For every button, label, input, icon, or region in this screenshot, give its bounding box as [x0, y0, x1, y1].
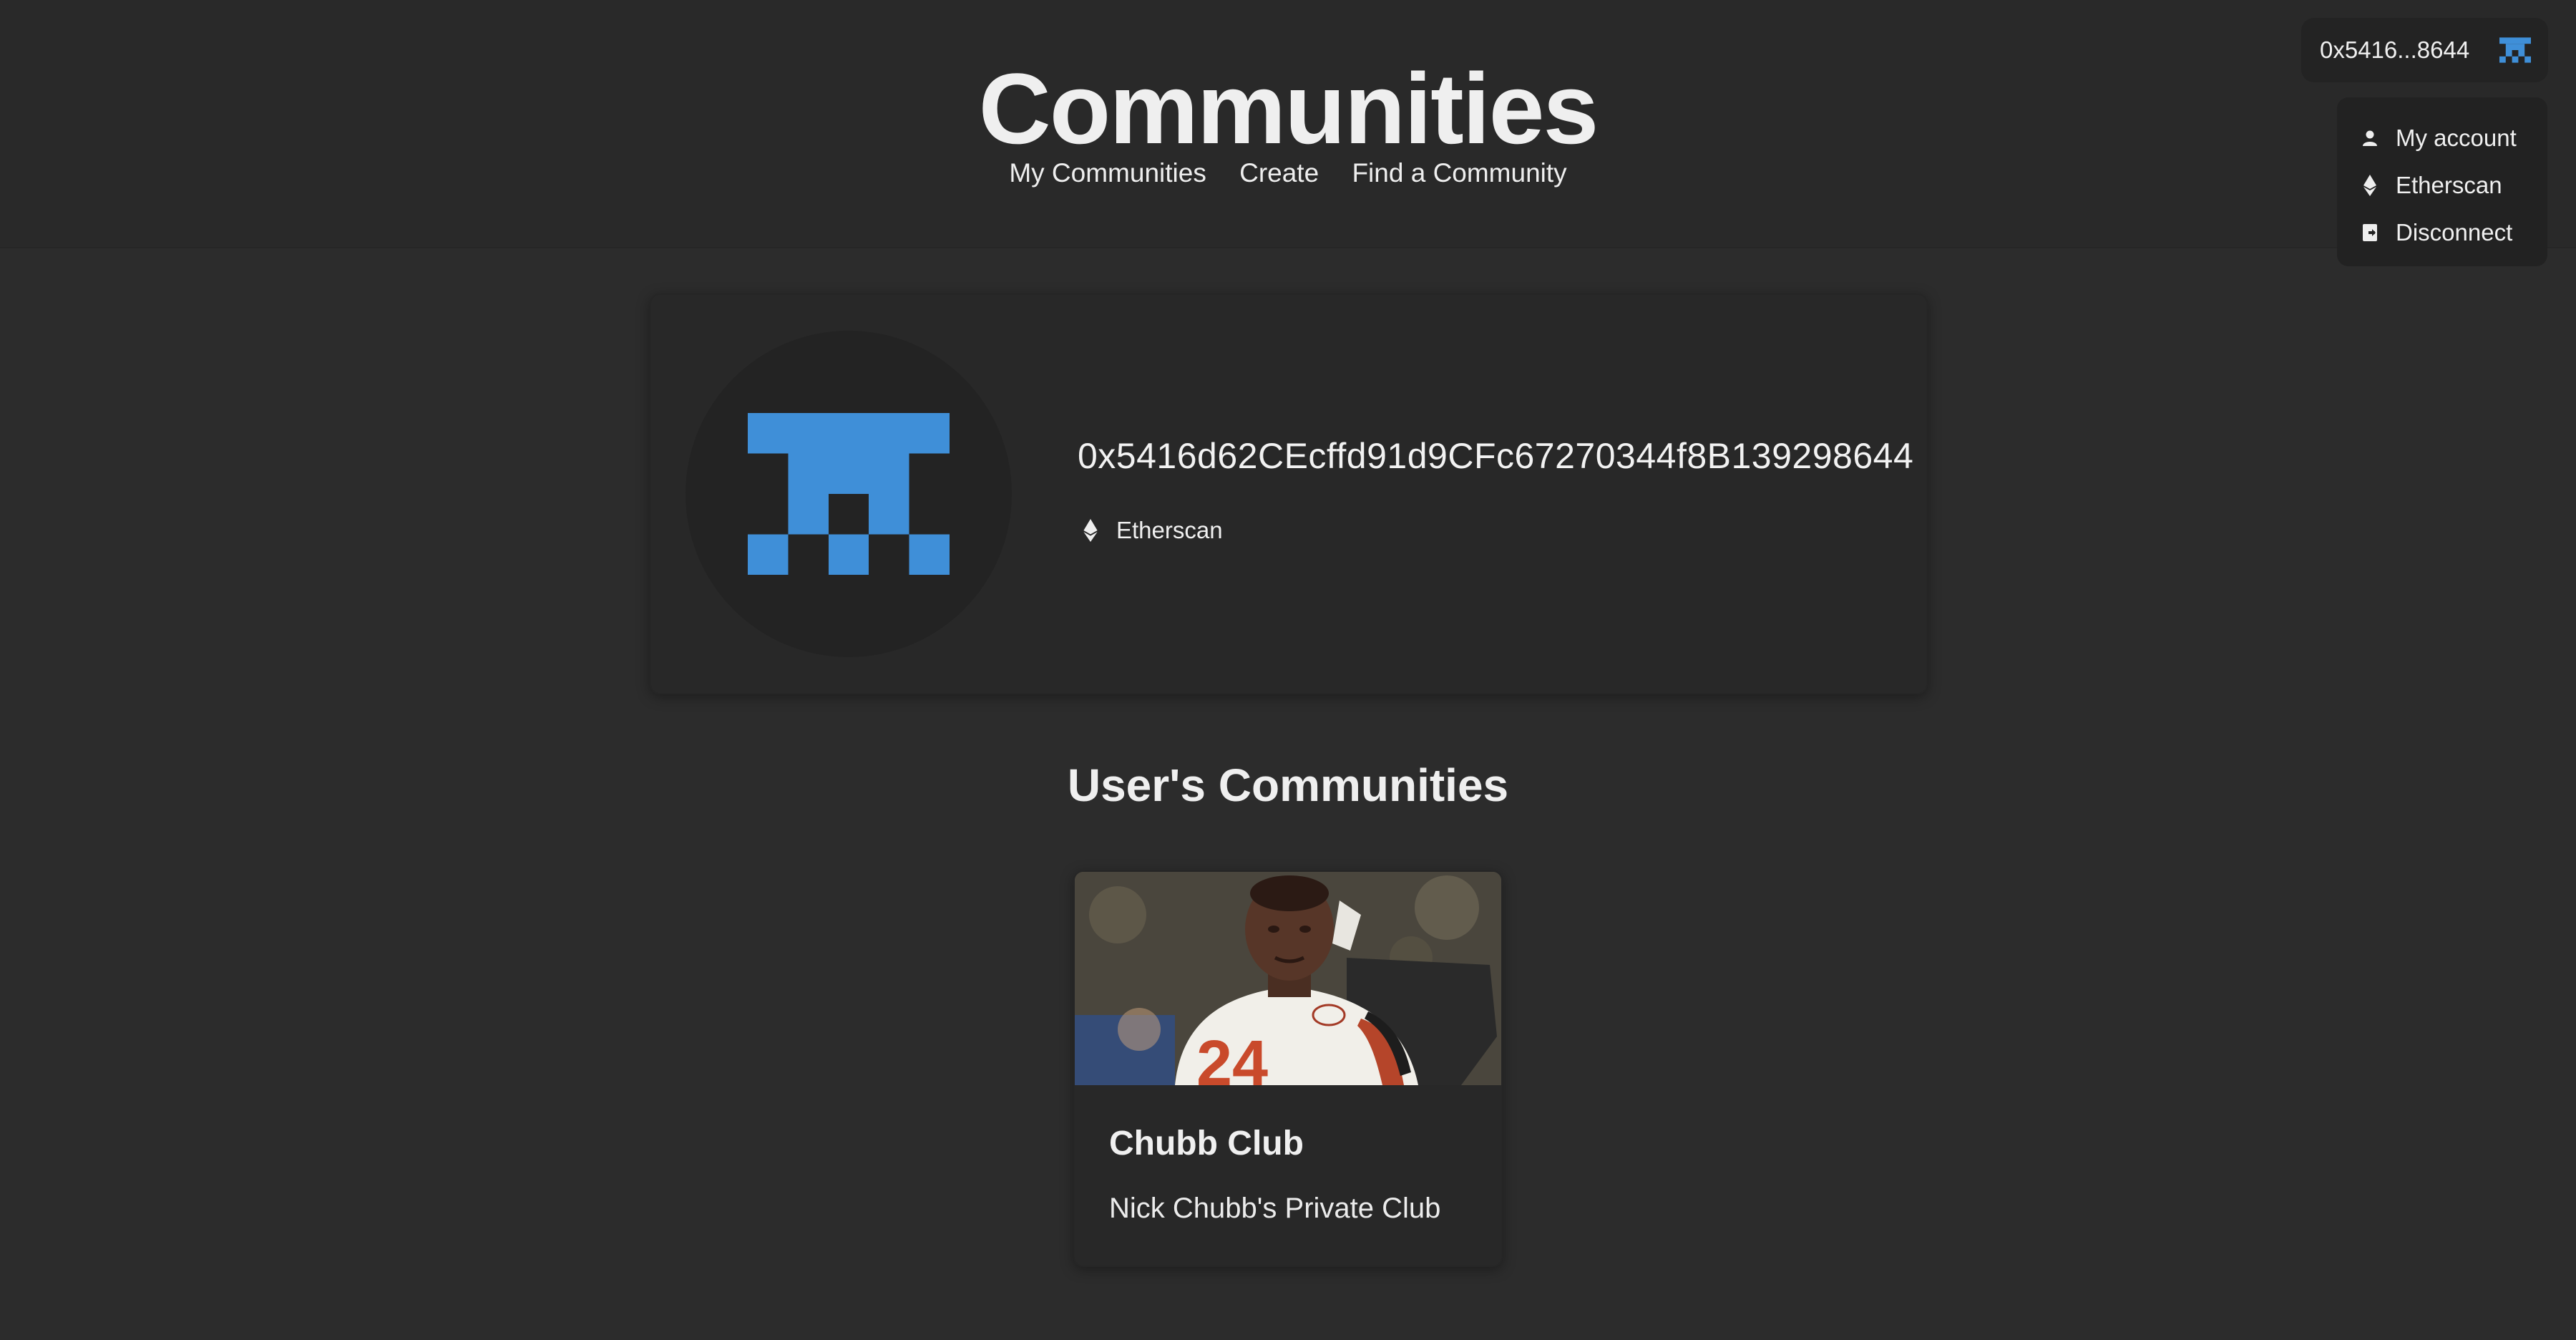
account-short-address: 0x5416...8644 [2320, 37, 2470, 63]
profile-card: 0x5416d62CEcffd91d9CFc67270344f8B1392986… [650, 293, 1928, 694]
svg-text:24: 24 [1196, 1028, 1268, 1085]
menu-item-disconnect[interactable]: Disconnect [2337, 209, 2547, 256]
community-name: Chubb Club [1109, 1125, 1304, 1162]
ethereum-icon [2360, 175, 2380, 196]
community-description: Nick Chubb's Private Club [1109, 1193, 1441, 1224]
menu-item-my-account[interactable]: My account [2337, 115, 2547, 162]
wallet-address: 0x5416d62CEcffd91d9CFc67270344f8B1392986… [1078, 436, 1914, 476]
page-header: Communities My Communities Create Find a… [0, 0, 2576, 248]
main-nav: My Communities Create Find a Community [0, 155, 2576, 192]
nav-my-communities[interactable]: My Communities [1009, 158, 1206, 188]
nav-find-community[interactable]: Find a Community [1352, 158, 1566, 188]
etherscan-label: Etherscan [1116, 517, 1223, 543]
account-button[interactable]: 0x5416...8644 [2301, 18, 2548, 82]
page-title: Communities [978, 52, 1599, 165]
etherscan-link[interactable]: Etherscan [1083, 517, 1223, 544]
section-title: User's Communities [1067, 759, 1509, 811]
menu-item-label: My account [2396, 125, 2517, 151]
community-card[interactable]: 24 Chubb Club Nick Chubb's Private Club [1073, 870, 1503, 1267]
ethereum-icon [1083, 519, 1098, 542]
nav-create[interactable]: Create [1239, 158, 1319, 188]
account-dropdown-menu: My account Etherscan Disconnect [2337, 97, 2547, 266]
user-icon [2360, 127, 2380, 149]
menu-item-etherscan[interactable]: Etherscan [2337, 162, 2547, 209]
pixel-blockie-icon [2499, 37, 2531, 63]
menu-item-label: Disconnect [2396, 219, 2513, 246]
pixel-blockie-icon [748, 413, 950, 575]
menu-item-label: Etherscan [2396, 172, 2502, 198]
community-cover-image: 24 [1075, 872, 1501, 1085]
avatar [686, 331, 1012, 657]
logout-icon [2360, 222, 2380, 243]
